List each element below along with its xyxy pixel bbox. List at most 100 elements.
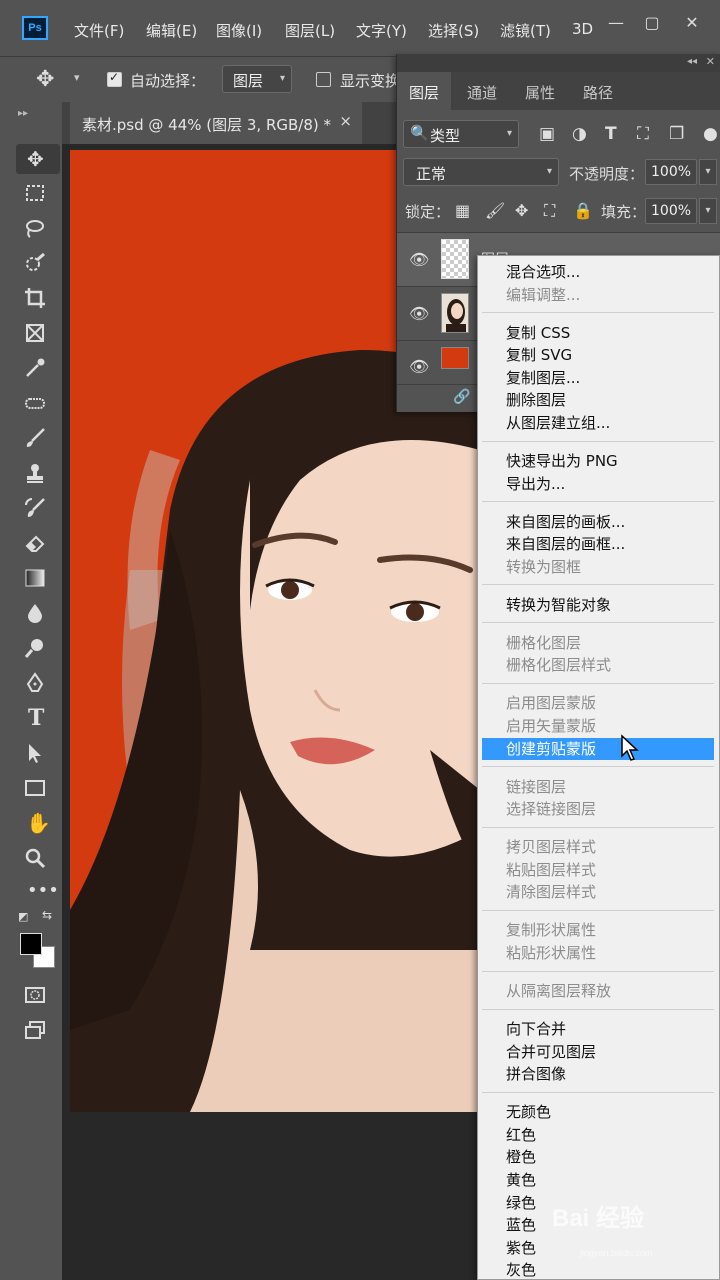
context-menu-item[interactable]: 导出为... [482,473,714,495]
minimize-button[interactable]: — [596,10,636,36]
eye-icon[interactable]: 👁 [409,304,429,323]
context-menu-item[interactable]: 混合选项... [482,261,714,283]
type-icon: T [28,705,45,731]
context-menu-item[interactable]: 拼合图像 [482,1063,714,1085]
context-menu-item[interactable]: 从图层建立组... [482,412,714,434]
context-menu-item[interactable]: 复制 SVG [482,344,714,366]
show-transform-checkbox[interactable] [316,72,331,87]
context-menu-item[interactable]: 向下合并 [482,1018,714,1040]
link-layers-icon[interactable]: 🔗 [453,389,470,405]
pen-tool-button[interactable] [16,668,62,698]
context-menu-item[interactable]: 灰色 [482,1259,714,1280]
lock-artboard-icon[interactable]: ⛶ [544,201,555,221]
panel-grip-icon[interactable]: ▸▸ [18,108,28,119]
lasso-tool-button[interactable] [16,213,62,243]
filter-kind-dropdown[interactable]: 🔍 类型 ▾ [403,120,519,148]
tab-properties[interactable]: 属性 [513,72,567,110]
document-tab[interactable]: 素材.psd @ 44% (图层 3, RGB/8) * × [70,102,362,144]
default-colors-icon[interactable]: ◩ [18,910,28,923]
shape-filter-icon[interactable]: ⛶ [637,124,649,144]
lock-position-icon[interactable]: ✥ [515,201,528,220]
context-menu-item[interactable]: 快速导出为 PNG [482,450,714,472]
blend-mode-dropdown[interactable]: 正常 ▾ [403,158,559,186]
close-window-button[interactable]: ✕ [672,10,712,36]
foreground-color-swatch[interactable] [20,933,42,955]
eraser-tool-button[interactable] [16,528,62,558]
menu-file[interactable]: 文件(F) [74,20,124,41]
adjustment-filter-icon[interactable]: ◑ [572,124,587,144]
swap-colors-icon[interactable]: ⇆ [42,908,52,922]
opacity-input[interactable]: 100% [645,159,697,185]
move-tool-icon[interactable]: ✥ [36,67,54,92]
eraser-icon [25,535,45,552]
pixel-filter-icon[interactable]: ▣ [539,124,555,144]
lock-image-icon[interactable]: 🖌 [485,201,505,220]
type-filter-icon[interactable]: T [605,124,617,144]
frame-tool-button[interactable] [16,318,62,348]
auto-select-checkbox[interactable]: ✓ [107,70,122,87]
mouse-cursor-icon [621,734,639,761]
menu-edit[interactable]: 编辑(E) [146,20,197,41]
dodge-tool-button[interactable] [16,633,62,663]
filter-value: 类型 [430,127,461,145]
crop-tool-button[interactable] [16,283,62,313]
fill-input[interactable]: 100% [645,198,697,224]
context-menu-item[interactable]: 删除图层 [482,389,714,411]
gradient-tool-button[interactable] [16,563,62,593]
rectangle-tool-button[interactable] [16,773,62,803]
opacity-slider-toggle[interactable]: ▾ [699,159,717,185]
maximize-button[interactable]: ▢ [632,10,672,36]
fill-slider-toggle[interactable]: ▾ [699,198,717,224]
context-menu-item[interactable]: 无颜色 [482,1101,714,1123]
brush-tool-button[interactable] [16,423,62,453]
close-panel-icon[interactable]: ✕ [706,55,715,68]
menu-image[interactable]: 图像(I) [216,20,262,41]
context-menu-item[interactable]: 红色 [482,1124,714,1146]
tab-paths[interactable]: 路径 [571,72,625,110]
filter-toggle-icon[interactable]: ● [703,124,718,144]
context-menu-item[interactable]: 黄色 [482,1169,714,1191]
frame-icon [26,324,44,342]
blur-tool-button[interactable] [16,598,62,628]
auto-select-target-dropdown[interactable]: 图层 ▾ [222,65,292,93]
context-menu-item[interactable]: 创建剪贴蒙版 [482,737,714,760]
context-menu-item[interactable]: 复制图层... [482,367,714,389]
hand-tool-button[interactable]: ✋ [16,808,62,838]
menu-layer[interactable]: 图层(L) [285,20,335,41]
zoom-tool-button[interactable] [16,843,62,873]
eye-icon[interactable]: 👁 [409,357,429,376]
tab-channels[interactable]: 通道 [455,72,509,110]
context-menu-item[interactable]: 来自图层的画板... [482,511,714,533]
quick-select-tool-button[interactable] [16,248,62,278]
chevron-down-icon[interactable]: ▾ [74,71,80,84]
stamp-tool-button[interactable] [16,458,62,488]
menu-select[interactable]: 选择(S) [428,20,479,41]
blend-row: 正常 ▾ 不透明度： 100% ▾ [397,156,720,190]
eyedropper-tool-button[interactable] [16,353,62,383]
context-menu-item[interactable]: 转换为智能对象 [482,594,714,616]
quick-mask-button[interactable] [16,980,62,1010]
close-tab-icon[interactable]: × [339,112,352,130]
blend-mode-value: 正常 [416,165,447,183]
smart-object-filter-icon[interactable]: ❐ [669,124,684,144]
move-tool-button[interactable]: ✥ [16,144,60,174]
menu-type[interactable]: 文字(Y) [356,20,407,41]
marquee-tool-button[interactable] [16,178,62,208]
menu-3d[interactable]: 3D [572,20,593,38]
context-menu-item[interactable]: 合并可见图层 [482,1041,714,1063]
collapse-panel-icon[interactable]: ◂◂ [687,56,697,67]
context-menu-item[interactable]: 橙色 [482,1146,714,1168]
lock-all-icon[interactable]: 🔒 [573,201,593,220]
more-tools-button[interactable]: ••• [16,878,62,908]
menu-filter[interactable]: 滤镜(T) [500,20,551,41]
type-tool-button[interactable]: T [16,703,62,733]
healing-tool-button[interactable] [16,388,62,418]
tab-layers[interactable]: 图层 [397,72,452,110]
history-brush-tool-button[interactable] [16,493,62,523]
eye-icon[interactable]: 👁 [409,250,429,269]
context-menu-item[interactable]: 来自图层的画框... [482,533,714,555]
context-menu-item[interactable]: 复制 CSS [482,322,714,344]
path-select-tool-button[interactable] [16,738,62,768]
screen-mode-button[interactable] [16,1015,62,1045]
lock-transparent-icon[interactable]: ▦ [455,201,470,220]
